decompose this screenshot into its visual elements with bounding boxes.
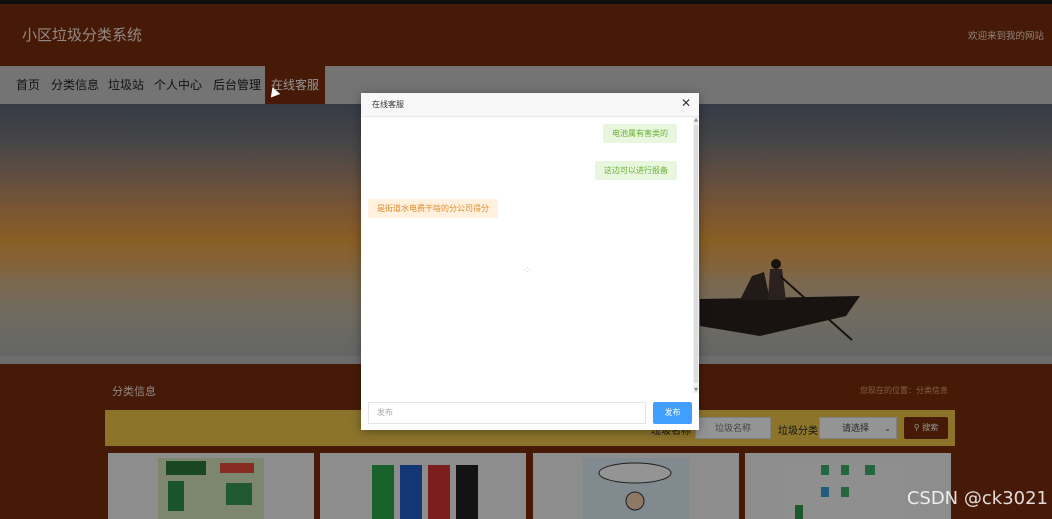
dialog-header: 在线客服 ✕ bbox=[361, 93, 699, 117]
loading-icon: ⁘ bbox=[523, 265, 532, 276]
chat-message-sent: 这边可以进行报备 bbox=[595, 161, 677, 180]
watermark-text: CSDN @ck3021 bbox=[906, 488, 1048, 509]
chat-message-input[interactable]: 发布 bbox=[368, 402, 646, 424]
scroll-up-icon[interactable]: ▲ bbox=[693, 117, 699, 123]
online-service-dialog: 在线客服 ✕ 电池属有害类的 这边可以进行报备 是街道水电费干啥的分公司得分 ⁘… bbox=[361, 93, 699, 430]
chat-scrollbar[interactable]: ▲ ▼ bbox=[693, 117, 699, 393]
scroll-down-icon[interactable]: ▼ bbox=[693, 387, 699, 393]
send-button[interactable]: 发布 bbox=[653, 402, 692, 424]
chat-input-row: 发布 发布 bbox=[368, 402, 692, 424]
chat-message-sent: 电池属有害类的 bbox=[603, 124, 677, 143]
dialog-title: 在线客服 bbox=[372, 100, 404, 109]
page: 小区垃圾分类系统 欢迎来到我的网站 首页 分类信息 垃圾站 个人中心 后台管理 … bbox=[0, 0, 1052, 519]
close-icon[interactable]: ✕ bbox=[681, 96, 691, 110]
scroll-thumb[interactable] bbox=[694, 125, 698, 383]
chat-message-area: 电池属有害类的 这边可以进行报备 是街道水电费干啥的分公司得分 ⁘ bbox=[361, 117, 691, 393]
chat-message-received: 是街道水电费干啥的分公司得分 bbox=[368, 199, 498, 218]
